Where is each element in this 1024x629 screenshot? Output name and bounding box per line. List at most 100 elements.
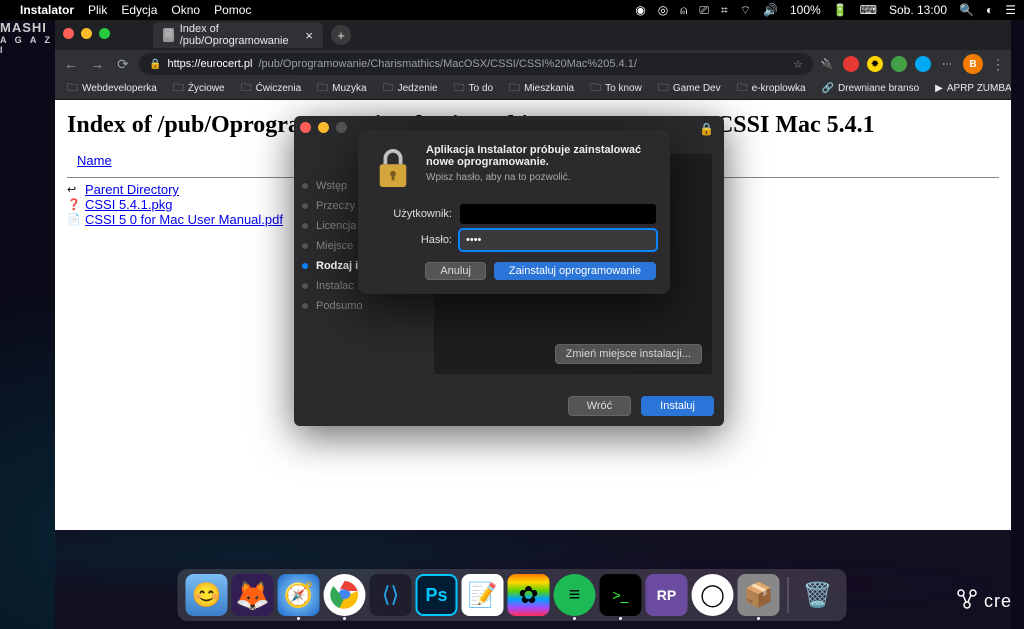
auth-dialog: Aplikacja Instalator próbuje zainstalowa… bbox=[358, 130, 670, 294]
trash-icon[interactable]: 🗑️ bbox=[797, 574, 839, 616]
tab-title: Index of /pub/Oprogramowanie bbox=[180, 23, 296, 47]
bookmark-item[interactable]: ▶APRP ZUMBA - Z... bbox=[929, 81, 1011, 96]
bookmark-folder[interactable]: 🗀To do bbox=[448, 78, 499, 100]
close-icon[interactable]: × bbox=[305, 28, 313, 43]
bookmark-folder[interactable]: 🗀Ćwiczenia bbox=[235, 78, 308, 100]
photoshop-icon[interactable]: Ps bbox=[416, 574, 458, 616]
file-link[interactable]: CSSI 5.4.1.pkg bbox=[85, 197, 172, 212]
change-location-button[interactable]: Zmień miejsce instalacji... bbox=[555, 344, 702, 364]
window-minimize-icon[interactable] bbox=[81, 28, 92, 39]
back-button[interactable]: Wróć bbox=[568, 396, 631, 416]
ext-icon-5[interactable] bbox=[915, 56, 931, 72]
folder-icon: 🗀 bbox=[509, 79, 520, 98]
bookmark-folder[interactable]: 🗀Game Dev bbox=[652, 78, 727, 100]
step-podsumowanie: Podsumo bbox=[302, 296, 414, 316]
bookmark-folder[interactable]: 🗀Jedzenie bbox=[377, 78, 444, 100]
th-name[interactable]: Name bbox=[69, 151, 120, 171]
terminal-icon[interactable]: >_ bbox=[600, 574, 642, 616]
menu-edycja[interactable]: Edycja bbox=[121, 3, 157, 17]
forward-button[interactable]: → bbox=[87, 54, 107, 74]
macos-menubar: Instalator Plik Edycja Okno Pomoc ◉ ◎ ⍝ … bbox=[0, 0, 1024, 20]
new-tab-button[interactable]: + bbox=[331, 25, 351, 45]
address-bar: ← → ⟳ 🔒 https://eurocert.pl/pub/Oprogram… bbox=[55, 50, 1011, 78]
username-input[interactable] bbox=[460, 204, 656, 224]
ext-icon-3[interactable]: ✸ bbox=[867, 56, 883, 72]
file-link[interactable]: CSSI 5 0 for Mac User Manual.pdf bbox=[85, 212, 283, 227]
notes-icon[interactable]: 📝 bbox=[462, 574, 504, 616]
finder-icon[interactable]: 😊 bbox=[186, 574, 228, 616]
bookmark-folder[interactable]: 🗀To know bbox=[584, 78, 648, 100]
folder-icon: 🗀 bbox=[383, 79, 394, 98]
user-label: Użytkownik: bbox=[372, 208, 460, 220]
clock[interactable]: Sob. 13:00 bbox=[889, 3, 947, 17]
spotlight-icon[interactable]: 🔍 bbox=[959, 3, 974, 17]
reload-button[interactable]: ⟳ bbox=[113, 54, 133, 74]
cancel-button[interactable]: Anuluj bbox=[425, 262, 486, 280]
ext-icon-2[interactable] bbox=[843, 56, 859, 72]
back-button[interactable]: ← bbox=[61, 54, 81, 74]
vscode-icon[interactable]: ⟨⟩ bbox=[370, 574, 412, 616]
folder-icon: 🗀 bbox=[454, 79, 465, 98]
parent-dir-link[interactable]: Parent Directory bbox=[85, 182, 179, 197]
bookmark-item[interactable]: 🔗Drewniane branso bbox=[816, 81, 926, 96]
url-input[interactable]: 🔒 https://eurocert.pl/pub/Oprogramowanie… bbox=[139, 53, 813, 75]
volume-icon[interactable]: 🔊 bbox=[763, 3, 778, 17]
bookmark-folder[interactable]: 🗀Życiowe bbox=[167, 78, 231, 100]
safari-icon[interactable]: 🧭 bbox=[278, 574, 320, 616]
star-icon[interactable]: ☆ bbox=[793, 58, 803, 71]
status-head-icon[interactable]: ⍝ bbox=[680, 3, 687, 18]
menubar-app-name[interactable]: Instalator bbox=[20, 3, 74, 17]
installer-icon[interactable]: 📦 bbox=[738, 574, 780, 616]
background-text: MASHI A G A Z I bbox=[0, 20, 55, 55]
photos-icon[interactable]: ✿ bbox=[508, 574, 550, 616]
notification-icon[interactable]: ☰ bbox=[1005, 3, 1016, 17]
tab-bar: 🗎 Index of /pub/Oprogramowanie × + bbox=[55, 20, 1011, 50]
install-software-button[interactable]: Zainstaluj oprogramowanie bbox=[494, 262, 656, 280]
bookmark-folder[interactable]: 🗀e-kroplowka bbox=[731, 78, 812, 100]
window-minimize-icon[interactable] bbox=[318, 122, 329, 133]
bookmark-folder[interactable]: 🗀Muzyka bbox=[311, 78, 372, 100]
avatar[interactable]: B bbox=[963, 54, 983, 74]
unknown-file-icon: ❓ bbox=[67, 198, 81, 212]
status-swirl-icon[interactable]: ◎ bbox=[658, 3, 668, 17]
auth-sub-message: Wpisz hasło, aby na to pozwolić. bbox=[426, 172, 656, 183]
bookmark-folder[interactable]: 🗀Webdeveloperka bbox=[61, 78, 163, 100]
bookmark-folder[interactable]: 🗀Mieszkania bbox=[503, 78, 580, 100]
menu-pomoc[interactable]: Pomoc bbox=[214, 3, 251, 17]
chrome-icon[interactable] bbox=[324, 574, 366, 616]
bookmarks-bar: 🗀Webdeveloperka 🗀Życiowe 🗀Ćwiczenia 🗀Muz… bbox=[55, 78, 1011, 100]
link-icon: 🔗 bbox=[822, 83, 834, 94]
folder-icon: 🗀 bbox=[67, 79, 78, 98]
wifi-icon[interactable]: ⌔ bbox=[740, 3, 751, 18]
folder-icon: 🗀 bbox=[590, 79, 601, 98]
window-close-icon[interactable] bbox=[300, 122, 311, 133]
status-circle-icon[interactable]: ◉ bbox=[635, 3, 645, 17]
ext-icon-4[interactable] bbox=[891, 56, 907, 72]
spotify-icon[interactable]: ≡ bbox=[554, 574, 596, 616]
status-grid-icon[interactable]: ⌗ bbox=[721, 3, 728, 18]
ext-icon-6[interactable]: ⋯ bbox=[939, 56, 955, 72]
password-input[interactable] bbox=[460, 230, 656, 250]
menu-plik[interactable]: Plik bbox=[88, 3, 107, 17]
siri-icon[interactable]: ◐ bbox=[986, 3, 993, 17]
window-fullscreen-icon[interactable] bbox=[99, 28, 110, 39]
menu-okno[interactable]: Okno bbox=[171, 3, 200, 17]
zoom-icon[interactable]: ◯ bbox=[692, 574, 734, 616]
menu-icon[interactable]: ⋮ bbox=[991, 56, 1005, 73]
tab-active[interactable]: 🗎 Index of /pub/Oprogramowanie × bbox=[153, 22, 323, 48]
window-fullscreen-icon[interactable] bbox=[336, 122, 347, 133]
firefox-icon[interactable]: 🦊 bbox=[232, 574, 274, 616]
input-icon[interactable]: ⌨ bbox=[860, 3, 877, 17]
install-button[interactable]: Instaluj bbox=[641, 396, 714, 416]
battery-icon[interactable]: 🔋 bbox=[833, 3, 848, 17]
status-display-icon[interactable]: ⎚ bbox=[699, 3, 709, 18]
watermark-icon bbox=[956, 588, 978, 615]
corner-watermark: cre bbox=[956, 588, 1012, 615]
folder-icon: 🗀 bbox=[173, 79, 184, 98]
window-close-icon[interactable] bbox=[63, 28, 74, 39]
rp-app-icon[interactable]: RP bbox=[646, 574, 688, 616]
folder-icon: 🗀 bbox=[658, 79, 669, 98]
dock-separator bbox=[788, 577, 789, 613]
text-file-icon: 📄 bbox=[67, 213, 81, 227]
ext-icon-1[interactable]: 🔌 bbox=[819, 56, 835, 72]
